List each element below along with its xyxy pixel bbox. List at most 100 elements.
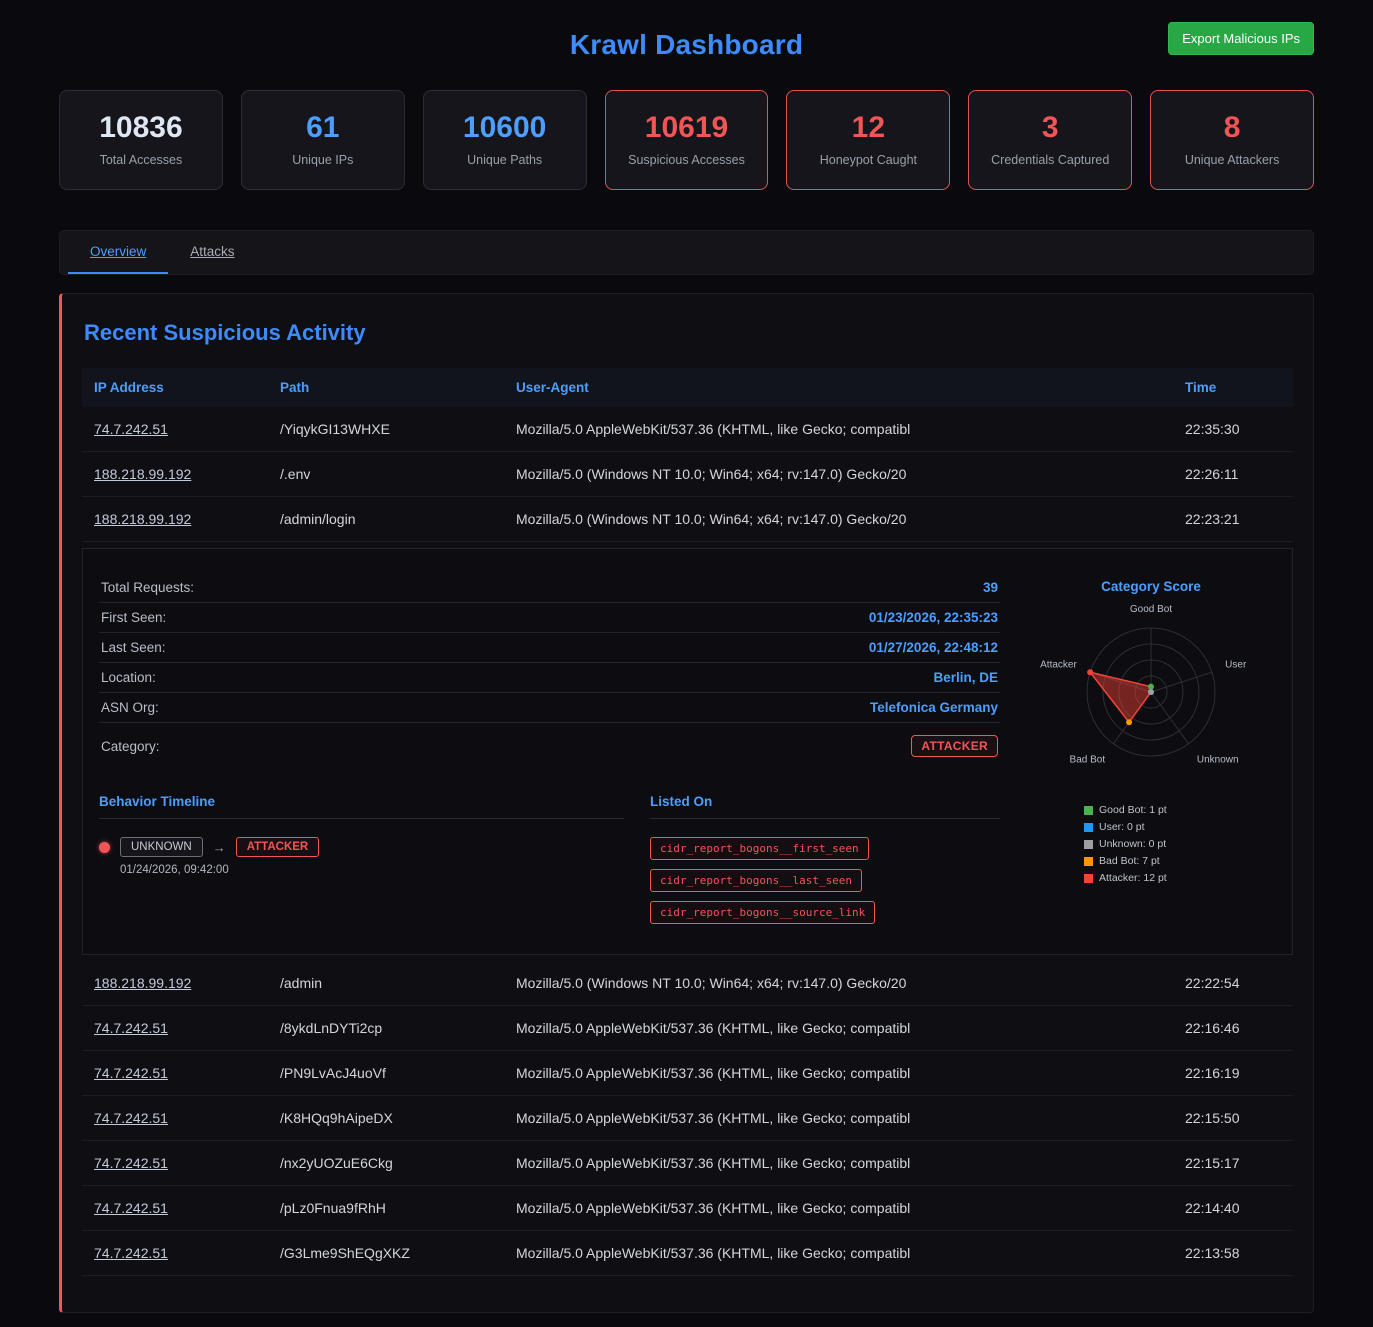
field-label: Last Seen: (101, 640, 166, 655)
timeline-to-badge: ATTACKER (236, 837, 320, 857)
field-label: ASN Org: (101, 700, 159, 715)
radar-axis-label: Bad Bot (1070, 755, 1106, 766)
legend-label: Bad Bot: 7 pt (1099, 855, 1160, 867)
user-agent-cell: Mozilla/5.0 AppleWebKit/537.36 (KHTML, l… (504, 1231, 1173, 1276)
table-row[interactable]: 74.7.242.51/G3Lme9ShEQgXKZMozilla/5.0 Ap… (82, 1231, 1293, 1276)
header: Krawl Dashboard Export Malicious IPs (59, 0, 1314, 90)
detail-field-row: First Seen:01/23/2026, 22:35:23 (99, 603, 1000, 633)
time-cell: 22:14:40 (1173, 1186, 1293, 1231)
legend-swatch (1084, 823, 1093, 832)
ip-link[interactable]: 188.218.99.192 (94, 466, 191, 482)
table-row[interactable]: 188.218.99.192/adminMozilla/5.0 (Windows… (82, 961, 1293, 1006)
field-value: Berlin, DE (933, 670, 998, 685)
legend-swatch (1084, 857, 1093, 866)
legend-swatch (1084, 806, 1093, 815)
tab-overview-label: Overview (90, 244, 146, 259)
ip-cell: 74.7.242.51 (82, 1006, 268, 1051)
ip-link[interactable]: 74.7.242.51 (94, 1155, 168, 1171)
detail-left: Total Requests: 39 First Seen:01/23/2026, … (99, 573, 1000, 924)
ip-link[interactable]: 74.7.242.51 (94, 1065, 168, 1081)
timeline-arrow-icon: → (213, 840, 226, 855)
legend-label: Good Bot: 1 pt (1099, 804, 1167, 816)
stat-label: Unique Paths (432, 153, 578, 167)
stat-card: 8Unique Attackers (1150, 90, 1314, 190)
user-agent-cell: Mozilla/5.0 AppleWebKit/537.36 (KHTML, l… (504, 407, 1173, 452)
table-row[interactable]: 74.7.242.51/8ykdLnDYTi2cpMozilla/5.0 App… (82, 1006, 1293, 1051)
path-cell: /pLz0Fnua9fRhH (268, 1186, 504, 1231)
category-label: Category: (101, 739, 160, 754)
ip-link[interactable]: 74.7.242.51 (94, 1020, 168, 1036)
stat-value: 10600 (432, 111, 578, 145)
time-cell: 22:35:30 (1173, 407, 1293, 452)
legend-label: User: 0 pt (1099, 821, 1145, 833)
path-cell: /admin/login (268, 497, 504, 542)
ip-link[interactable]: 74.7.242.51 (94, 1110, 168, 1126)
stat-value: 12 (795, 111, 941, 145)
table-row[interactable]: 74.7.242.51/nx2yUOZuE6CkgMozilla/5.0 App… (82, 1141, 1293, 1186)
user-agent-cell: Mozilla/5.0 AppleWebKit/537.36 (KHTML, l… (504, 1051, 1173, 1096)
listed-on-badge[interactable]: cidr_report_bogons__first_seen (650, 837, 869, 860)
stat-value: 8 (1159, 111, 1305, 145)
table-row[interactable]: 74.7.242.51/PN9LvAcJ4uoVfMozilla/5.0 App… (82, 1051, 1293, 1096)
stat-value: 3 (977, 111, 1123, 145)
table-header-row: IP Address Path User-Agent Time (82, 368, 1293, 407)
page-title: Krawl Dashboard (570, 29, 803, 61)
listed-on-badge[interactable]: cidr_report_bogons__source_link (650, 901, 875, 924)
ip-cell: 74.7.242.51 (82, 1231, 268, 1276)
col-header-path: Path (268, 368, 504, 407)
legend-label: Attacker: 12 pt (1099, 872, 1167, 884)
ip-link[interactable]: 74.7.242.51 (94, 1200, 168, 1216)
user-agent-cell: Mozilla/5.0 AppleWebKit/537.36 (KHTML, l… (504, 1006, 1173, 1051)
timeline-from-badge: UNKNOWN (120, 837, 203, 857)
tabs-bar: Overview Attacks (59, 230, 1314, 275)
listed-on-badge[interactable]: cidr_report_bogons__last_seen (650, 869, 862, 892)
category-score-chart: Category Score Good BotUserUnknownBad Bo… (1026, 573, 1276, 924)
ip-detail-panel: Total Requests: 39 First Seen:01/23/2026, … (82, 548, 1293, 955)
field-label: Location: (101, 670, 156, 685)
radar-legend: Good Bot: 1 ptUser: 0 ptUnknown: 0 ptBad… (1084, 804, 1276, 884)
field-label: Total Requests: (101, 580, 194, 595)
legend-swatch (1084, 874, 1093, 883)
field-value: 01/23/2026, 22:35:23 (869, 610, 998, 625)
ip-cell: 74.7.242.51 (82, 1096, 268, 1141)
stat-card: 10836Total Accesses (59, 90, 223, 190)
stat-label: Total Accesses (68, 153, 214, 167)
table-row[interactable]: 74.7.242.51/YiqykGI13WHXEMozilla/5.0 App… (82, 407, 1293, 452)
table-row[interactable]: 74.7.242.51/pLz0Fnua9fRhHMozilla/5.0 App… (82, 1186, 1293, 1231)
col-header-user-agent: User-Agent (504, 368, 1173, 407)
krawl-dashboard-page: Krawl Dashboard Export Malicious IPs 108… (0, 0, 1373, 1327)
stat-card: 10600 Unique Paths (423, 90, 587, 190)
ip-cell: 74.7.242.51 (82, 407, 268, 452)
listed-on-section: Listed On cidr_report_bogons__first_seen… (650, 794, 1000, 924)
stats-row: 10836Total Accesses61Unique IPs10600Uniq… (59, 90, 1314, 190)
rows-before: 74.7.242.51/YiqykGI13WHXEMozilla/5.0 App… (82, 407, 1293, 542)
suspicious-activity-table-continued: 188.218.99.192/adminMozilla/5.0 (Windows… (82, 961, 1293, 1276)
listed-on-heading: Listed On (650, 794, 1000, 819)
radar-axis-label: Attacker (1040, 659, 1077, 670)
col-header-ip: IP Address (82, 368, 268, 407)
ip-link[interactable]: 74.7.242.51 (94, 421, 168, 437)
table-row[interactable]: 188.218.99.192/.envMozilla/5.0 (Windows … (82, 452, 1293, 497)
ip-link[interactable]: 188.218.99.192 (94, 975, 191, 991)
time-cell: 22:26:11 (1173, 452, 1293, 497)
ip-link[interactable]: 188.218.99.192 (94, 511, 191, 527)
tab-attacks-label: Attacks (190, 244, 234, 259)
timeline-timestamp: 01/24/2026, 09:42:00 (120, 864, 624, 876)
field-value: 39 (983, 580, 998, 595)
col-header-time: Time (1173, 368, 1293, 407)
legend-item: Bad Bot: 7 pt (1084, 855, 1276, 867)
timeline-marker-dot-icon (99, 842, 110, 853)
legend-item: Good Bot: 1 pt (1084, 804, 1276, 816)
tab-overview[interactable]: Overview (68, 231, 168, 274)
table-row[interactable]: 74.7.242.51/K8HQq9hAipeDXMozilla/5.0 App… (82, 1096, 1293, 1141)
export-malicious-ips-button[interactable]: Export Malicious IPs (1168, 22, 1314, 55)
tab-attacks[interactable]: Attacks (168, 231, 256, 274)
radar-chart-title: Category Score (1026, 579, 1276, 594)
table-row[interactable]: 188.218.99.192/admin/loginMozilla/5.0 (W… (82, 497, 1293, 542)
time-cell: 22:13:58 (1173, 1231, 1293, 1276)
stat-card: 3Credentials Captured (968, 90, 1132, 190)
user-agent-cell: Mozilla/5.0 AppleWebKit/537.36 (KHTML, l… (504, 1096, 1173, 1141)
time-cell: 22:16:19 (1173, 1051, 1293, 1096)
category-field-row: Category: ATTACKER (99, 723, 1000, 764)
stat-value: 61 (250, 111, 396, 145)
